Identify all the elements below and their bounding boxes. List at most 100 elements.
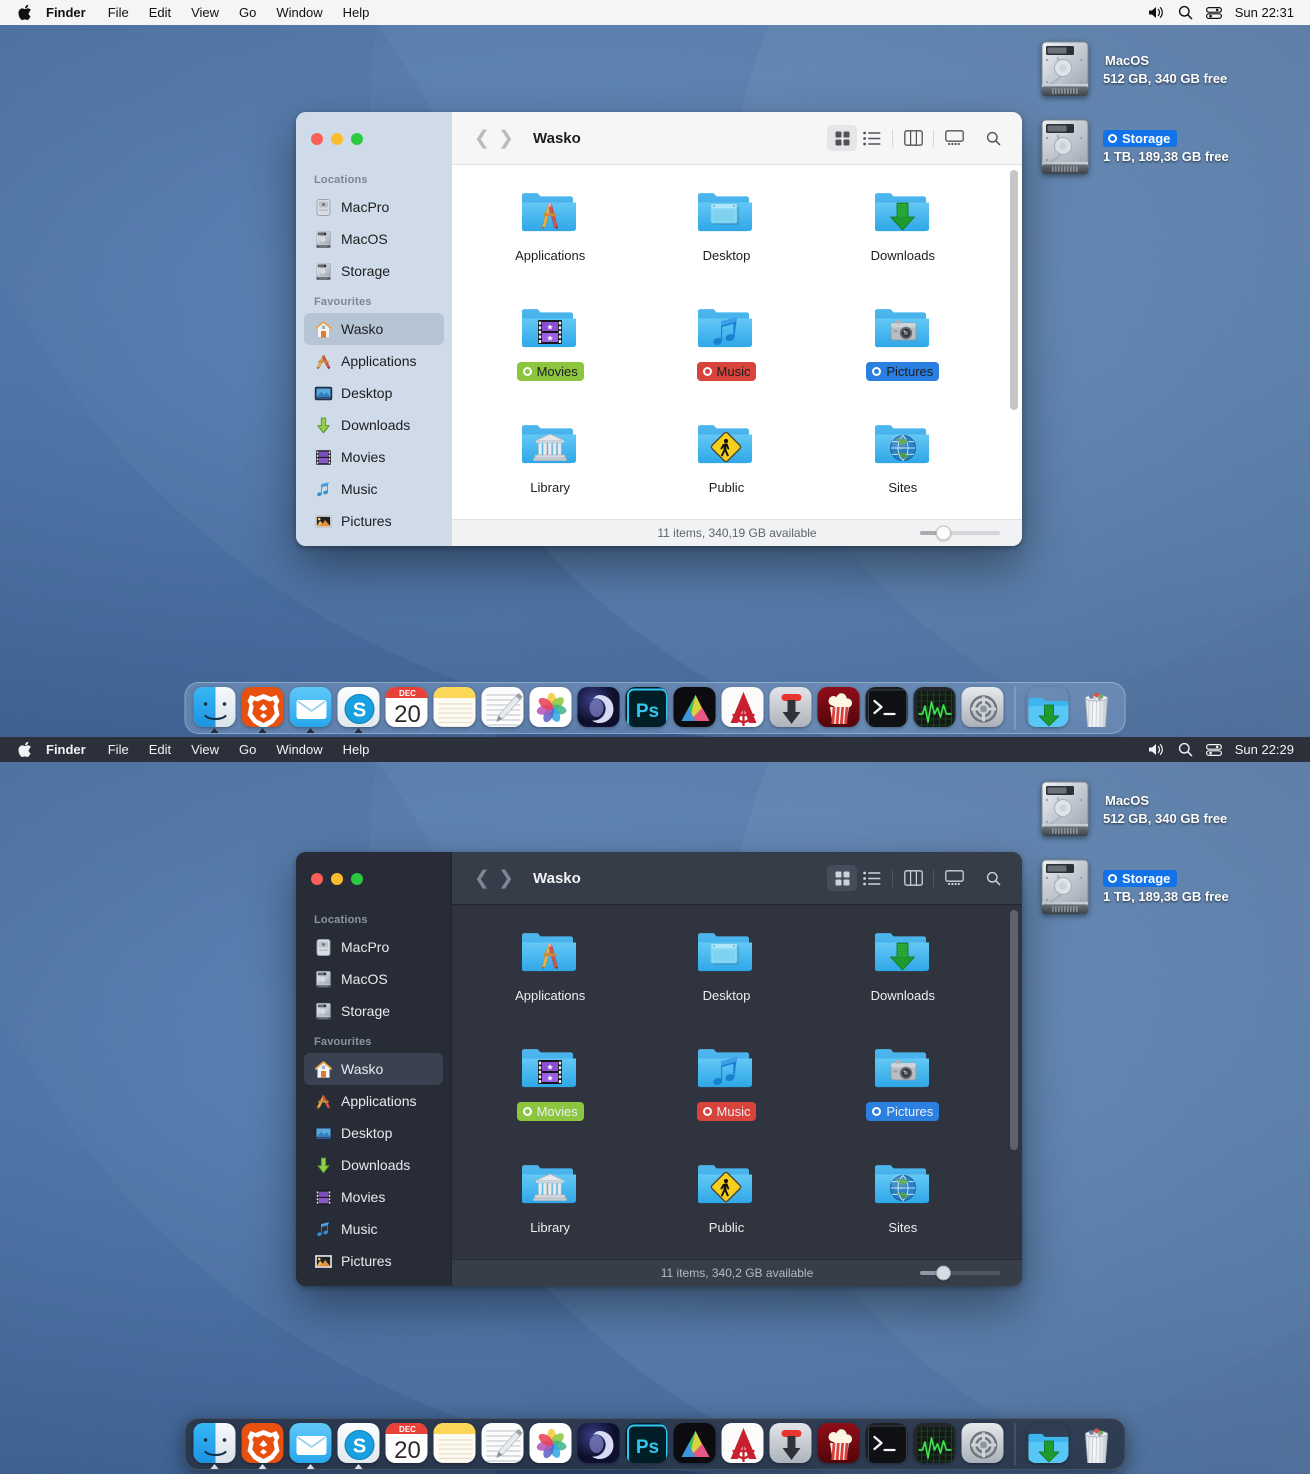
back-button[interactable]: ❮ (470, 127, 494, 150)
dock-app-cinema-4d[interactable] (577, 1422, 621, 1466)
sidebar-item-macpro[interactable]: MacPro (304, 191, 444, 223)
file-item[interactable]: Applications (462, 179, 638, 295)
search-button[interactable] (978, 125, 1008, 151)
minimize-button[interactable] (331, 132, 343, 145)
dock-app-textedit[interactable] (481, 686, 525, 730)
dock-app-activity-monitor[interactable] (913, 1422, 957, 1466)
list-view-button[interactable] (857, 865, 887, 891)
sidebar-item-wasko[interactable]: Wasko (304, 1053, 443, 1085)
sidebar-item-music[interactable]: Music (304, 1213, 443, 1245)
dock-app-brave[interactable] (241, 686, 285, 733)
sidebar-item-movies[interactable]: Movies (304, 441, 444, 473)
dock-app-popcorn-time[interactable] (817, 686, 861, 730)
gallery-view-button[interactable] (939, 125, 969, 151)
forward-button[interactable]: ❯ (494, 127, 518, 150)
menu-item-edit[interactable]: Edit (149, 5, 171, 20)
menu-item-go[interactable]: Go (239, 5, 256, 20)
dock-app-calendar[interactable]: DEC 20 (385, 1422, 429, 1466)
list-view-button[interactable] (857, 125, 887, 151)
sidebar-item-music[interactable]: Music (304, 473, 444, 505)
dock-app-terminal[interactable] (865, 686, 909, 730)
sidebar-item-downloads[interactable]: Downloads (304, 409, 444, 441)
column-view-button[interactable] (898, 125, 928, 151)
dock-app-photoshop[interactable]: Ps (625, 686, 669, 730)
dock-app-textedit[interactable] (481, 1422, 525, 1466)
file-item[interactable]: Desktop (638, 919, 814, 1035)
scrollbar-thumb[interactable] (1010, 910, 1018, 1150)
file-item[interactable]: Library (462, 1151, 638, 1259)
file-item[interactable]: Movies (462, 1035, 638, 1151)
file-item[interactable]: Library (462, 411, 638, 519)
vertical-scrollbar[interactable] (1007, 165, 1022, 519)
sidebar-item-desktop[interactable]: Desktop (304, 1117, 443, 1149)
file-item[interactable]: Desktop (638, 179, 814, 295)
file-item[interactable]: Pictures (815, 1035, 991, 1151)
dock-stack-downloads[interactable] (1026, 686, 1070, 730)
dock-trash[interactable] (1074, 1422, 1118, 1466)
icon-view-button[interactable] (827, 865, 857, 891)
menu-item-view[interactable]: View (191, 5, 219, 20)
menu-item-window[interactable]: Window (276, 5, 322, 20)
gallery-view-button[interactable] (939, 865, 969, 891)
file-item[interactable]: Applications (462, 919, 638, 1035)
dock-app-terminal[interactable] (865, 1422, 909, 1466)
dock-app-system-preferences[interactable] (961, 1422, 1005, 1466)
dock-app-activity-monitor[interactable] (913, 686, 957, 730)
maximize-button[interactable] (351, 872, 363, 885)
sidebar-item-downloads[interactable]: Downloads (304, 1149, 443, 1181)
file-item[interactable]: Movies (462, 295, 638, 411)
volume-icon[interactable] (1148, 6, 1165, 19)
sidebar-item-storage[interactable]: Storage (304, 995, 443, 1027)
dock-app-photos[interactable] (529, 1422, 573, 1466)
file-item[interactable]: Downloads (815, 919, 991, 1035)
dock-app-autocad[interactable] (721, 1422, 765, 1466)
forward-button[interactable]: ❯ (494, 867, 518, 890)
vertical-scrollbar[interactable] (1007, 905, 1022, 1259)
dock-app-popcorn-time[interactable] (817, 1422, 861, 1466)
sidebar-item-pictures[interactable]: Pictures (304, 505, 444, 537)
dock-stack-downloads[interactable] (1026, 1422, 1070, 1466)
desktop-drive-storage[interactable]: Storage 1 TB, 189,38 GB free (1036, 116, 1229, 178)
sidebar-item-movies[interactable]: Movies (304, 1181, 443, 1213)
sidebar-item-storage[interactable]: Storage (304, 255, 444, 287)
dock-app-brave[interactable] (241, 1422, 285, 1469)
search-icon[interactable] (1178, 742, 1193, 757)
slider-knob[interactable] (936, 525, 951, 541)
control-center-icon[interactable] (1205, 743, 1222, 756)
dock-app-photos[interactable] (529, 686, 573, 730)
dock-app-system-preferences[interactable] (961, 686, 1005, 730)
dock-trash[interactable] (1074, 686, 1118, 730)
sidebar-item-wasko[interactable]: Wasko (304, 313, 444, 345)
menu-item-view[interactable]: View (191, 742, 219, 757)
menu-item-finder[interactable]: Finder (46, 742, 86, 757)
scrollbar-thumb[interactable] (1010, 170, 1018, 410)
menu-item-go[interactable]: Go (239, 742, 256, 757)
close-button[interactable] (311, 872, 323, 885)
sidebar-item-applications[interactable]: Applications (304, 1085, 443, 1117)
apple-logo-icon[interactable] (18, 4, 32, 21)
column-view-button[interactable] (898, 865, 928, 891)
back-button[interactable]: ❮ (470, 867, 494, 890)
menu-item-finder[interactable]: Finder (46, 5, 86, 20)
menu-item-file[interactable]: File (108, 742, 129, 757)
apple-logo-icon[interactable] (18, 741, 32, 758)
file-item[interactable]: Music (638, 295, 814, 411)
dock-app-calendar[interactable]: DEC 20 (385, 686, 429, 730)
minimize-button[interactable] (331, 872, 343, 885)
file-item[interactable]: Music (638, 1035, 814, 1151)
dock-app-cinema-4d[interactable] (577, 686, 621, 730)
dock-app-downloader[interactable] (769, 686, 813, 730)
desktop-drive-macos[interactable]: MacOS 512 GB, 340 GB free (1036, 778, 1227, 840)
menu-item-help[interactable]: Help (343, 5, 370, 20)
dock-app-notes[interactable] (433, 686, 477, 730)
file-item[interactable]: Public (638, 411, 814, 519)
dock-app-downloader[interactable] (769, 1422, 813, 1466)
maximize-button[interactable] (351, 132, 363, 145)
dock-app-mail[interactable] (289, 1422, 333, 1469)
sidebar-item-macos[interactable]: MacOS (304, 963, 443, 995)
icon-view-button[interactable] (827, 125, 857, 151)
file-item[interactable]: Sites (815, 411, 991, 519)
dock-app-finder[interactable] (193, 1422, 237, 1469)
dock-app-autocad[interactable] (721, 686, 765, 730)
icon-size-slider[interactable] (920, 1265, 1000, 1281)
